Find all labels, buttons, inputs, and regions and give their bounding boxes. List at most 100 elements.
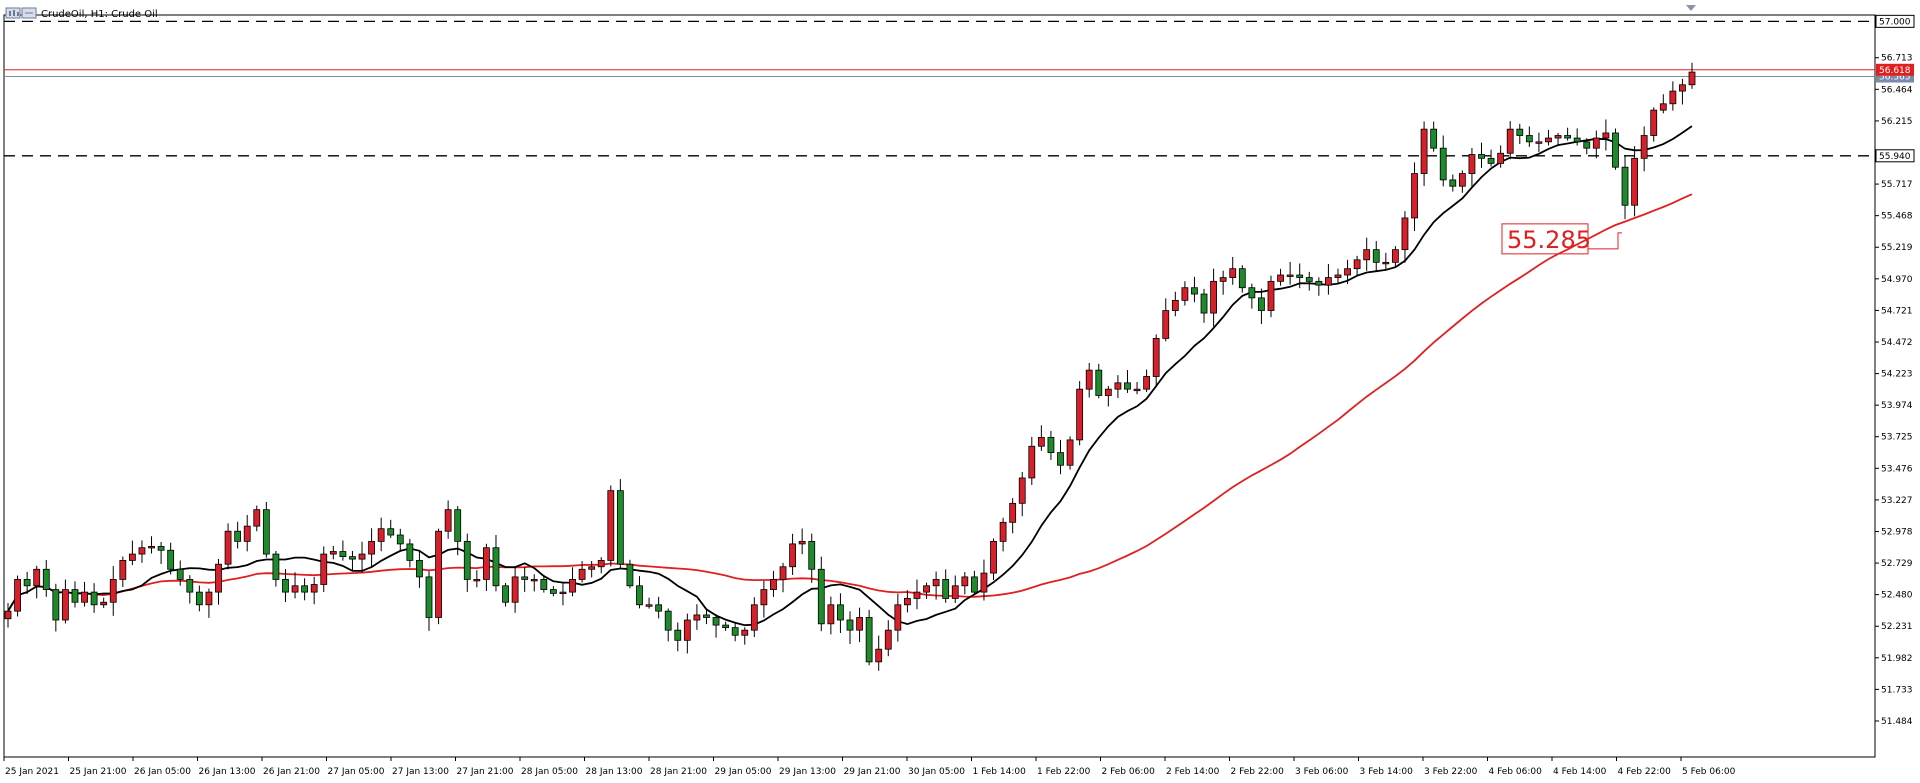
- candle[interactable]: [310, 576, 318, 605]
- candle[interactable]: [1334, 268, 1342, 284]
- candle[interactable]: [1037, 425, 1045, 451]
- candle[interactable]: [1650, 107, 1658, 142]
- candle[interactable]: [1152, 334, 1160, 388]
- candle[interactable]: [990, 538, 997, 581]
- candle[interactable]: [1171, 291, 1179, 317]
- candle[interactable]: [894, 593, 902, 642]
- candle[interactable]: [923, 582, 930, 599]
- candle[interactable]: [42, 560, 50, 597]
- candle[interactable]: [1506, 121, 1514, 160]
- candle[interactable]: [1104, 385, 1112, 407]
- candle[interactable]: [846, 611, 854, 644]
- candle[interactable]: [1009, 498, 1017, 534]
- candle[interactable]: [157, 541, 165, 565]
- candle[interactable]: [970, 570, 978, 595]
- candle[interactable]: [1248, 283, 1256, 309]
- candle[interactable]: [1688, 62, 1696, 89]
- candle[interactable]: [1162, 298, 1170, 342]
- candle[interactable]: [1133, 382, 1141, 395]
- price-chart[interactable]: 56.713 56.464 56.215 55.717 55.468 55.219 54.9…: [0, 0, 1920, 783]
- candle[interactable]: [329, 545, 337, 560]
- candle[interactable]: [1229, 256, 1237, 285]
- candle[interactable]: [1191, 276, 1198, 303]
- candle[interactable]: [683, 613, 691, 654]
- candle[interactable]: [416, 550, 423, 588]
- candle[interactable]: [1085, 363, 1093, 398]
- candle[interactable]: [272, 550, 280, 587]
- candle[interactable]: [358, 541, 366, 573]
- candle[interactable]: [1420, 121, 1428, 186]
- candle[interactable]: [1545, 129, 1552, 146]
- candle[interactable]: [463, 533, 471, 592]
- candle[interactable]: [741, 627, 749, 645]
- candle[interactable]: [1057, 439, 1064, 475]
- candle[interactable]: [396, 528, 404, 551]
- candle[interactable]: [1114, 375, 1122, 399]
- candle[interactable]: [779, 562, 787, 593]
- candle[interactable]: [1028, 436, 1036, 486]
- candle[interactable]: [1631, 146, 1638, 217]
- candle[interactable]: [942, 569, 950, 603]
- candle[interactable]: [377, 517, 385, 552]
- candle[interactable]: [262, 501, 270, 558]
- candle[interactable]: [1200, 288, 1208, 323]
- candle[interactable]: [425, 571, 433, 631]
- candle[interactable]: [100, 597, 108, 608]
- candle[interactable]: [961, 572, 969, 595]
- candle[interactable]: [1325, 264, 1332, 295]
- candle[interactable]: [1143, 369, 1151, 393]
- candle[interactable]: [1602, 119, 1610, 151]
- candle[interactable]: [1353, 255, 1361, 276]
- candle[interactable]: [215, 558, 222, 605]
- candle[interactable]: [1315, 277, 1323, 296]
- candle[interactable]: [1363, 237, 1371, 271]
- candle[interactable]: [712, 614, 720, 638]
- candle[interactable]: [865, 609, 873, 666]
- candle[interactable]: [1592, 130, 1600, 159]
- candle[interactable]: [1430, 121, 1438, 152]
- candle[interactable]: [473, 570, 481, 588]
- candle[interactable]: [339, 540, 347, 561]
- candle[interactable]: [1076, 381, 1084, 446]
- candle[interactable]: [999, 517, 1007, 552]
- candle[interactable]: [913, 579, 921, 610]
- candle[interactable]: [435, 528, 442, 625]
- candle[interactable]: [521, 566, 529, 592]
- candle[interactable]: [1181, 281, 1189, 306]
- candle[interactable]: [636, 576, 643, 609]
- candle[interactable]: [1124, 370, 1131, 393]
- candle[interactable]: [444, 500, 452, 539]
- candle[interactable]: [856, 607, 863, 643]
- candle[interactable]: [492, 534, 500, 592]
- candle[interactable]: [951, 575, 959, 603]
- candle[interactable]: [62, 579, 69, 624]
- candle[interactable]: [626, 559, 634, 589]
- candle[interactable]: [693, 604, 701, 630]
- candle[interactable]: [1564, 127, 1572, 141]
- candle[interactable]: [320, 546, 328, 593]
- candle[interactable]: [301, 578, 309, 601]
- candle[interactable]: [14, 575, 21, 617]
- candle[interactable]: [349, 550, 356, 571]
- candle[interactable]: [234, 521, 242, 549]
- candle[interactable]: [511, 566, 519, 613]
- candle[interactable]: [569, 567, 576, 597]
- candle[interactable]: [607, 485, 615, 567]
- candle[interactable]: [980, 559, 988, 601]
- candle[interactable]: [674, 622, 682, 652]
- candle[interactable]: [1382, 252, 1390, 270]
- candle[interactable]: [645, 597, 653, 609]
- candle[interactable]: [817, 556, 825, 632]
- candle[interactable]: [655, 596, 663, 619]
- candle[interactable]: [664, 608, 672, 642]
- candle[interactable]: [119, 556, 127, 588]
- candle[interactable]: [1047, 430, 1055, 460]
- candle[interactable]: [1238, 265, 1246, 293]
- candle[interactable]: [52, 583, 60, 632]
- candle[interactable]: [597, 557, 605, 574]
- candle[interactable]: [549, 586, 557, 597]
- candle[interactable]: [502, 582, 509, 607]
- candle[interactable]: [1679, 78, 1686, 105]
- candle[interactable]: [1219, 270, 1227, 295]
- candle[interactable]: [1018, 471, 1026, 517]
